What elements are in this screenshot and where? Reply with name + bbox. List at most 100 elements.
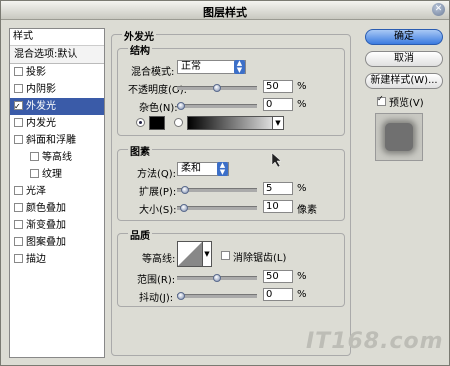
opacity-input[interactable]: 50 bbox=[263, 80, 293, 93]
style-item[interactable]: 投影 bbox=[10, 64, 104, 81]
styles-header[interactable]: 样式 bbox=[10, 29, 104, 46]
size-unit: 像素 bbox=[297, 205, 317, 216]
blend-mode-label: 混合模式: bbox=[131, 67, 175, 78]
antialias-checkbox[interactable] bbox=[221, 251, 230, 260]
contour-curve-icon bbox=[178, 242, 202, 266]
spread-slider[interactable] bbox=[177, 186, 257, 194]
style-item-label: 内阴影 bbox=[26, 84, 56, 95]
style-item-label: 光泽 bbox=[26, 186, 46, 197]
style-item-checkbox[interactable] bbox=[14, 66, 23, 76]
contour-label: 等高线: bbox=[142, 254, 176, 265]
style-item-checkbox[interactable] bbox=[14, 202, 23, 212]
gradient-radio[interactable] bbox=[174, 118, 183, 127]
preview-square bbox=[385, 123, 413, 151]
dropdown-arrow-icon: ▲ ▼ bbox=[217, 162, 228, 176]
style-item-checkbox[interactable] bbox=[14, 117, 23, 127]
opacity-slider[interactable] bbox=[177, 84, 257, 92]
quality-title: 品质 bbox=[128, 227, 152, 242]
style-item[interactable]: 内阴影 bbox=[10, 81, 104, 98]
style-item-label: 纹理 bbox=[42, 169, 62, 180]
outer-glow-title: 外发光 bbox=[122, 28, 156, 43]
style-item-checkbox[interactable] bbox=[14, 253, 23, 263]
style-item-checkbox[interactable] bbox=[14, 98, 23, 115]
layer-style-dialog: 图层样式 ✕ 样式 混合选项:默认 投影内阴影外发光内发光斜面和浮雕等高线纹理光… bbox=[0, 0, 450, 366]
style-item[interactable]: 内发光 bbox=[10, 115, 104, 132]
window-title: 图层样式 bbox=[203, 6, 247, 19]
new-style-button[interactable]: 新建样式(W)... bbox=[365, 73, 443, 89]
opacity-slider-thumb[interactable] bbox=[213, 84, 221, 92]
gradient-dropdown-icon[interactable]: ▼ bbox=[272, 116, 284, 130]
style-item-label: 颜色叠加 bbox=[26, 203, 66, 214]
preview-checkbox[interactable] bbox=[377, 94, 386, 106]
size-slider[interactable] bbox=[177, 204, 257, 212]
preview-label: 预览(V) bbox=[389, 98, 424, 109]
jitter-slider[interactable] bbox=[177, 292, 257, 300]
solid-color-radio[interactable] bbox=[136, 118, 145, 127]
noise-slider[interactable] bbox=[177, 102, 257, 110]
jitter-unit: % bbox=[297, 289, 307, 300]
jitter-label: 抖动(J): bbox=[139, 293, 174, 304]
style-item[interactable]: 外发光 bbox=[10, 98, 104, 115]
style-item-checkbox[interactable] bbox=[14, 219, 23, 229]
style-preview-thumbnail bbox=[375, 113, 423, 161]
jitter-slider-thumb[interactable] bbox=[177, 292, 185, 300]
style-item[interactable]: 斜面和浮雕 bbox=[10, 132, 104, 149]
styles-list: 样式 混合选项:默认 投影内阴影外发光内发光斜面和浮雕等高线纹理光泽颜色叠加渐变… bbox=[9, 28, 105, 358]
style-item[interactable]: 纹理 bbox=[10, 166, 104, 183]
range-slider[interactable] bbox=[177, 274, 257, 282]
spread-input[interactable]: 5 bbox=[263, 182, 293, 195]
opacity-unit: % bbox=[297, 81, 307, 92]
style-item-label: 渐变叠加 bbox=[26, 220, 66, 231]
noise-unit: % bbox=[297, 99, 307, 110]
style-item[interactable]: 颜色叠加 bbox=[10, 200, 104, 217]
blend-options-item[interactable]: 混合选项:默认 bbox=[10, 46, 104, 64]
method-label: 方法(Q): bbox=[137, 169, 177, 180]
style-item[interactable]: 描边 bbox=[10, 251, 104, 268]
elements-title: 图素 bbox=[128, 143, 152, 158]
spread-unit: % bbox=[297, 183, 307, 194]
contour-preview[interactable] bbox=[177, 241, 203, 267]
method-select[interactable]: 柔和 ▲ ▼ bbox=[177, 162, 229, 176]
style-item-label: 等高线 bbox=[42, 152, 72, 163]
blend-mode-select[interactable]: 正常 ▲ ▼ bbox=[177, 60, 246, 74]
style-item-checkbox[interactable] bbox=[30, 151, 39, 161]
contour-dropdown-icon[interactable]: ▼ bbox=[202, 241, 212, 267]
title-bar: 图层样式 ✕ bbox=[1, 1, 449, 20]
ok-button[interactable]: 确定 bbox=[365, 29, 443, 45]
close-icon[interactable]: ✕ bbox=[432, 3, 445, 16]
spread-label: 扩展(P): bbox=[139, 187, 177, 198]
watermark-logo: IT168.com bbox=[306, 329, 444, 354]
style-item[interactable]: 图案叠加 bbox=[10, 234, 104, 251]
style-item[interactable]: 渐变叠加 bbox=[10, 217, 104, 234]
glow-color-swatch[interactable] bbox=[149, 116, 165, 130]
style-item-checkbox[interactable] bbox=[14, 134, 23, 144]
size-input[interactable]: 10 bbox=[263, 200, 293, 213]
cancel-button[interactable]: 取消 bbox=[365, 51, 443, 67]
style-item-label: 投影 bbox=[26, 67, 46, 78]
jitter-input[interactable]: 0 bbox=[263, 288, 293, 301]
style-item[interactable]: 等高线 bbox=[10, 149, 104, 166]
noise-label: 杂色(N): bbox=[139, 103, 178, 114]
style-item-checkbox[interactable] bbox=[30, 168, 39, 178]
noise-slider-thumb[interactable] bbox=[177, 102, 185, 110]
range-slider-thumb[interactable] bbox=[213, 274, 221, 282]
blend-mode-value: 正常 bbox=[181, 61, 201, 72]
style-item-label: 图案叠加 bbox=[26, 237, 66, 248]
dropdown-arrow-icon: ▲ ▼ bbox=[234, 60, 245, 74]
style-item-label: 描边 bbox=[26, 254, 46, 265]
spread-slider-thumb[interactable] bbox=[181, 186, 189, 194]
noise-input[interactable]: 0 bbox=[263, 98, 293, 111]
style-item[interactable]: 光泽 bbox=[10, 183, 104, 200]
range-label: 范围(R): bbox=[137, 275, 176, 286]
range-input[interactable]: 50 bbox=[263, 270, 293, 283]
method-value: 柔和 bbox=[181, 163, 201, 174]
style-item-label: 斜面和浮雕 bbox=[26, 135, 76, 146]
size-label: 大小(S): bbox=[139, 205, 177, 216]
style-item-checkbox[interactable] bbox=[14, 83, 23, 93]
size-slider-thumb[interactable] bbox=[180, 204, 188, 212]
gradient-swatch[interactable] bbox=[187, 116, 273, 130]
style-item-checkbox[interactable] bbox=[14, 236, 23, 246]
structure-title: 结构 bbox=[128, 42, 152, 57]
style-item-checkbox[interactable] bbox=[14, 185, 23, 195]
mouse-cursor-icon bbox=[271, 152, 282, 168]
